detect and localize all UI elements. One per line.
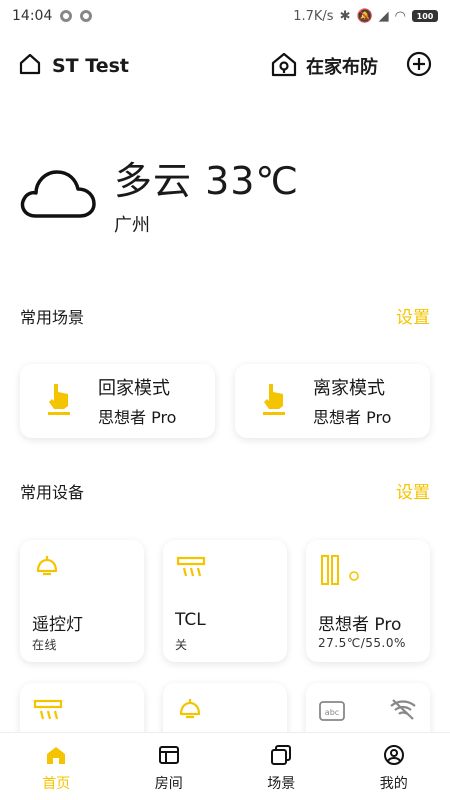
weather-widget: 多云 33℃ 广州 xyxy=(18,150,299,237)
scene-hand-icon xyxy=(46,382,72,420)
lamp-icon xyxy=(175,699,205,727)
home-name[interactable]: ST Test xyxy=(52,55,129,77)
battery-icon: 100 xyxy=(412,10,438,22)
tab-scenes[interactable]: 场景 xyxy=(225,733,338,800)
tab-label: 房间 xyxy=(154,776,183,792)
add-icon[interactable] xyxy=(406,51,432,81)
device-status: 27.5℃/55.0% xyxy=(318,636,406,650)
home-icon[interactable] xyxy=(18,52,42,80)
notification-dot-icon xyxy=(60,10,73,22)
tab-rooms[interactable]: 房间 xyxy=(113,733,226,800)
tab-home[interactable]: 首页 xyxy=(0,733,113,800)
status-time: 14:04 xyxy=(12,8,53,24)
device-name: 思想者 Pro xyxy=(318,615,402,635)
device-name: TCL xyxy=(175,610,206,630)
notification-dot-icon xyxy=(80,10,93,22)
arm-home-icon[interactable] xyxy=(270,50,298,82)
scenes-header: 常用场景 设置 xyxy=(20,303,430,329)
scene-name: 离家模式 xyxy=(313,378,385,399)
devices-header: 常用设备 设置 xyxy=(20,478,430,504)
wifi-off-icon xyxy=(388,697,418,725)
tab-profile[interactable]: 我的 xyxy=(338,733,450,800)
scene-card-away[interactable]: 离家模式 思想者 Pro xyxy=(235,364,430,438)
air-conditioner-icon xyxy=(32,699,64,729)
status-bar: 14:04 1.7K/s ✱ 🔕 ◢ ◠ 100 xyxy=(0,0,450,32)
home-tab-icon xyxy=(45,745,67,769)
device-name: 遥控灯 xyxy=(32,615,83,635)
device-status: 关 xyxy=(175,638,188,652)
devices-settings-link[interactable]: 设置 xyxy=(396,478,430,503)
device-card-tcl[interactable]: TCL 关 xyxy=(163,540,287,662)
devices-title: 常用设备 xyxy=(20,482,85,502)
device-status: 在线 xyxy=(32,638,58,652)
device-card-sensor[interactable]: 思想者 Pro 27.5℃/55.0% xyxy=(306,540,430,662)
weather-summary: 多云 33℃ xyxy=(114,159,300,203)
lamp-icon xyxy=(32,556,62,584)
tab-label: 首页 xyxy=(42,776,71,792)
bluetooth-icon: ✱ xyxy=(339,8,351,24)
scene-device: 思想者 Pro xyxy=(313,408,392,427)
arm-mode-label[interactable]: 在家布防 xyxy=(306,53,378,79)
air-conditioner-icon xyxy=(175,556,207,586)
network-speed: 1.7K/s xyxy=(293,8,334,24)
wifi-icon: ◠ xyxy=(394,8,406,24)
weather-city: 广州 xyxy=(114,215,150,236)
profile-icon xyxy=(383,745,405,769)
mute-icon: 🔕 xyxy=(356,8,373,24)
tab-label: 我的 xyxy=(379,776,408,792)
tab-label: 场景 xyxy=(267,776,296,792)
top-bar: ST Test 在家布防 xyxy=(0,44,450,88)
scene-hand-icon xyxy=(261,382,287,420)
scene-device: 思想者 Pro xyxy=(98,408,177,427)
scene-card-home[interactable]: 回家模式 思想者 Pro xyxy=(20,364,215,438)
scenes-settings-link[interactable]: 设置 xyxy=(396,303,430,328)
room-icon xyxy=(158,745,180,769)
abc-remote-icon: abc xyxy=(318,701,348,727)
tab-bar: 首页 房间 场景 我的 xyxy=(0,732,450,800)
sensor-icon xyxy=(318,555,362,592)
scenes-icon xyxy=(270,745,292,769)
scenes-title: 常用场景 xyxy=(20,307,85,327)
signal-icon: ◢ xyxy=(378,8,389,24)
device-card-remote-lamp[interactable]: 遥控灯 在线 xyxy=(20,540,144,662)
scene-name: 回家模式 xyxy=(98,378,170,399)
svg-text:abc: abc xyxy=(325,708,339,717)
cloud-icon xyxy=(18,162,96,226)
